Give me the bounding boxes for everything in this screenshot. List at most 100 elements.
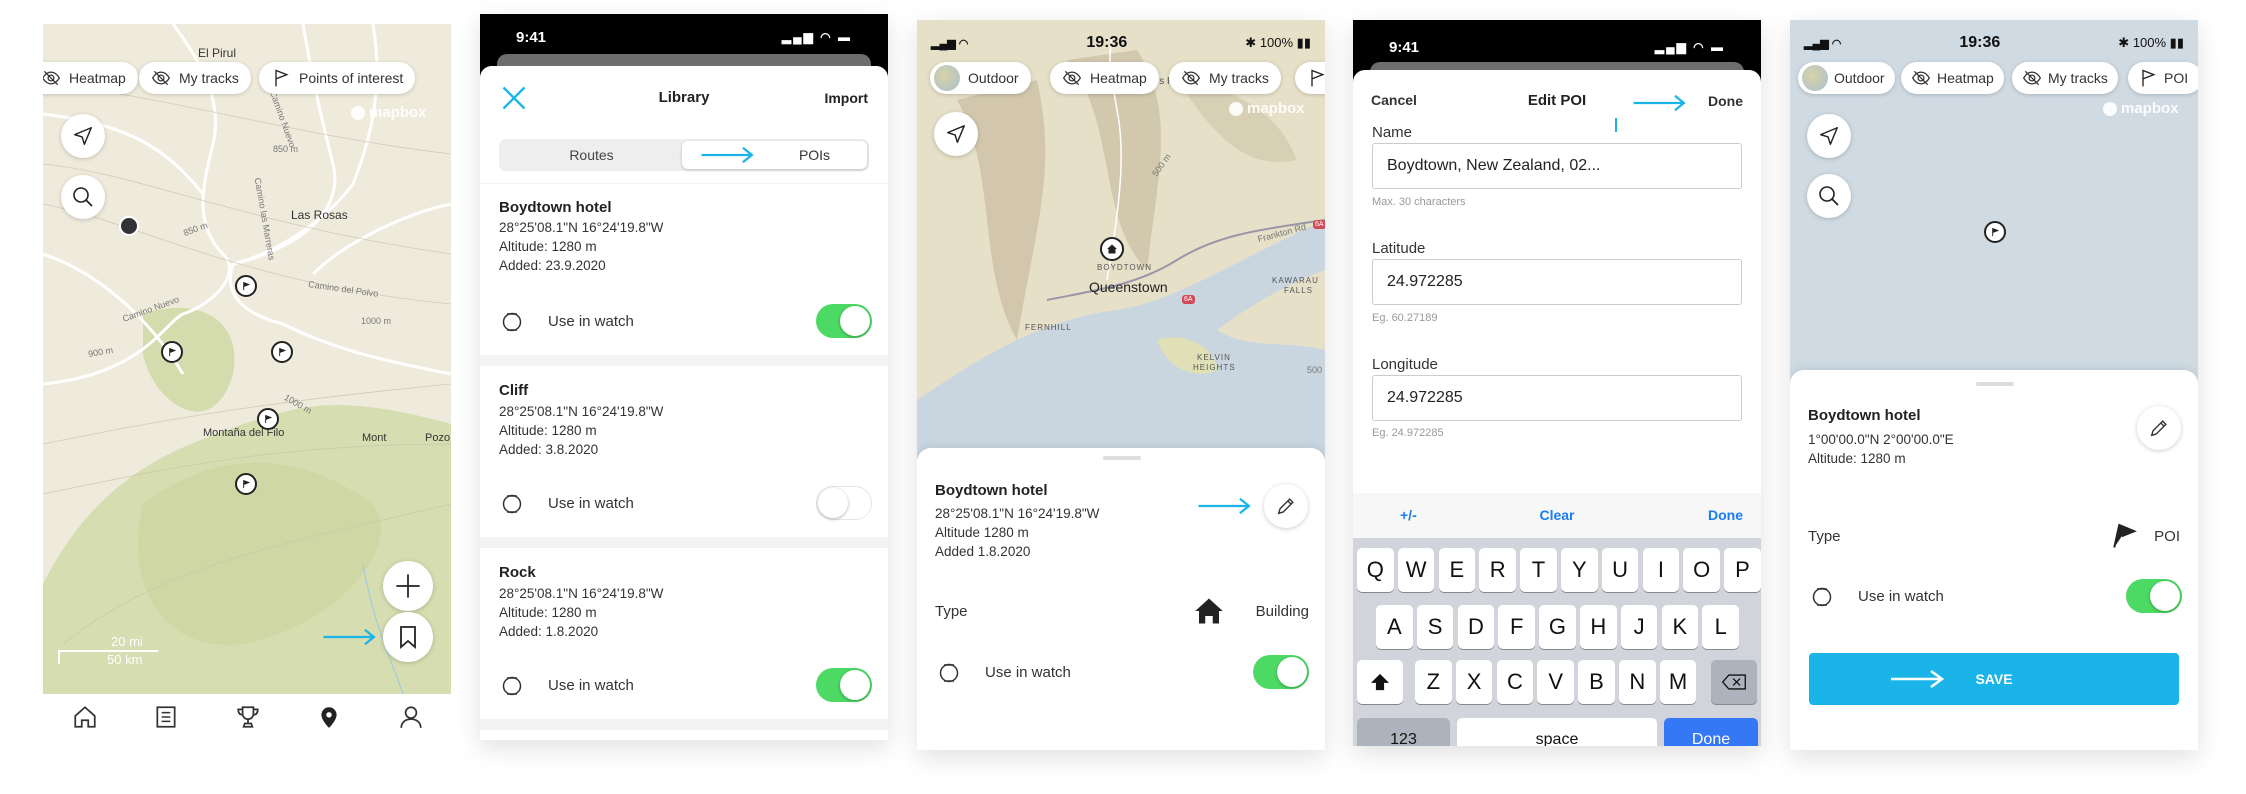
- key-s[interactable]: S: [1416, 605, 1454, 649]
- chip-heatmap[interactable]: Heatmap: [43, 62, 138, 94]
- key-o[interactable]: O: [1683, 548, 1720, 592]
- poi-list-item[interactable]: [480, 730, 888, 740]
- keyboard-done-key[interactable]: Done: [1664, 718, 1758, 746]
- chip-my-tracks[interactable]: My tracks: [1169, 62, 1281, 94]
- poi-list-item[interactable]: Rock 28°25'08.1"N 16°24'19.8"W Altitude:…: [480, 548, 888, 719]
- key-q[interactable]: Q: [1357, 548, 1394, 592]
- accessory-done-button[interactable]: Done: [1708, 507, 1743, 523]
- poi-marker[interactable]: [271, 341, 293, 363]
- poi-details: 28°25'08.1"N 16°24'19.8"W Altitude: 1280…: [499, 584, 663, 641]
- poi-marker[interactable]: [1984, 221, 2006, 243]
- import-button[interactable]: Import: [824, 90, 868, 106]
- nav-home[interactable]: [65, 697, 105, 737]
- chip-outdoor[interactable]: Outdoor: [930, 62, 1031, 94]
- poi-list-item[interactable]: Boydtown hotel 28°25'08.1"N 16°24'19.8"W…: [480, 184, 888, 355]
- nav-achievements[interactable]: [228, 697, 268, 737]
- chip-heatmap[interactable]: Heatmap: [1050, 62, 1159, 94]
- key-r[interactable]: R: [1479, 548, 1516, 592]
- key-u[interactable]: U: [1601, 548, 1639, 592]
- use-in-watch-toggle[interactable]: [1253, 655, 1309, 689]
- key-t[interactable]: T: [1520, 548, 1557, 592]
- edit-poi-button[interactable]: [1264, 484, 1308, 528]
- key-v[interactable]: V: [1537, 660, 1574, 704]
- chip-my-tracks[interactable]: My tracks: [139, 62, 251, 94]
- use-in-watch-toggle[interactable]: [2126, 579, 2182, 613]
- poi-marker[interactable]: [235, 275, 257, 297]
- shift-key[interactable]: [1357, 660, 1403, 704]
- key-d[interactable]: D: [1457, 605, 1495, 649]
- longitude-hint: Eg. 24.972285: [1372, 427, 1444, 439]
- map-marker-building[interactable]: [1100, 237, 1124, 261]
- key-h[interactable]: H: [1580, 605, 1617, 649]
- key-a[interactable]: A: [1376, 605, 1413, 649]
- locate-button[interactable]: [61, 114, 105, 158]
- chip-outdoor[interactable]: Outdoor: [1798, 62, 1895, 94]
- locate-button[interactable]: [934, 112, 978, 156]
- zoom-in-button[interactable]: [383, 561, 433, 611]
- chip-heatmap[interactable]: Heatmap: [1901, 62, 2004, 94]
- eye-off-icon: [43, 68, 61, 88]
- poi-altitude: Altitude: 1280 m: [499, 423, 597, 438]
- chip-my-tracks[interactable]: My tracks: [2012, 62, 2118, 94]
- use-in-watch-row: Use in watch: [1790, 577, 2198, 617]
- status-time: 19:36: [1086, 34, 1128, 51]
- key-c[interactable]: C: [1496, 660, 1534, 704]
- key-k[interactable]: K: [1661, 605, 1699, 649]
- segment-routes[interactable]: Routes: [499, 139, 684, 171]
- longitude-input[interactable]: 24.972285: [1372, 375, 1742, 421]
- nav-feed[interactable]: [146, 697, 186, 737]
- watch-icon: [500, 674, 524, 698]
- key-i[interactable]: I: [1642, 548, 1680, 592]
- key-j[interactable]: J: [1620, 605, 1658, 649]
- delete-key[interactable]: [1711, 660, 1757, 704]
- poi-altitude: Altitude: 1280 m: [1808, 451, 1906, 466]
- poi-marker[interactable]: [235, 473, 257, 495]
- key-g[interactable]: G: [1539, 605, 1576, 649]
- locate-button[interactable]: [1807, 114, 1851, 158]
- key-f[interactable]: F: [1498, 605, 1535, 649]
- space-key[interactable]: space: [1457, 718, 1657, 746]
- sheet-handle[interactable]: [1103, 456, 1141, 460]
- search-button[interactable]: [61, 175, 105, 219]
- key-l[interactable]: L: [1702, 605, 1739, 649]
- library-bookmark-button[interactable]: [383, 612, 433, 662]
- clear-button[interactable]: Clear: [1353, 507, 1761, 523]
- use-in-watch-row: Use in watch: [480, 484, 888, 524]
- poi-list-item[interactable]: Cliff 28°25'08.1"N 16°24'19.8"W Altitude…: [480, 366, 888, 537]
- latitude-input[interactable]: 24.972285: [1372, 259, 1742, 305]
- done-button[interactable]: Done: [1708, 93, 1743, 109]
- chip-points-of-interest[interactable]: POI: [2128, 62, 2198, 94]
- numbers-key[interactable]: 123: [1357, 718, 1450, 746]
- watch-icon: [937, 661, 961, 685]
- key-m[interactable]: M: [1659, 660, 1697, 704]
- key-b[interactable]: B: [1578, 660, 1615, 704]
- poi-marker[interactable]: [257, 408, 279, 430]
- key-y[interactable]: Y: [1561, 548, 1598, 592]
- map-canvas[interactable]: El Pirul Las Rosas Montaña del Filo Mont…: [43, 24, 451, 694]
- nav-profile[interactable]: [391, 697, 431, 737]
- chip-points-of-interest[interactable]: Points of interest: [259, 62, 416, 94]
- name-input[interactable]: Boydtown, New Zealand, 02...: [1372, 143, 1742, 189]
- contour-label: 850 m: [273, 144, 299, 154]
- key-e[interactable]: E: [1438, 548, 1476, 592]
- use-in-watch-toggle[interactable]: [816, 486, 872, 520]
- key-w[interactable]: W: [1397, 548, 1435, 592]
- use-in-watch-toggle[interactable]: [816, 668, 872, 702]
- key-z[interactable]: Z: [1415, 660, 1452, 704]
- key-p[interactable]: P: [1724, 548, 1761, 592]
- poi-marker[interactable]: [161, 341, 183, 363]
- use-in-watch-toggle[interactable]: [816, 304, 872, 338]
- poi-coords: 28°25'08.1"N 16°24'19.8"W: [499, 220, 664, 235]
- edit-poi-button[interactable]: [2137, 406, 2181, 450]
- scale-miles: 20 mi: [111, 634, 143, 649]
- key-n[interactable]: N: [1619, 660, 1656, 704]
- arrow-annotation-icon: [1198, 497, 1253, 515]
- save-button[interactable]: SAVE: [1809, 653, 2179, 705]
- name-hint: Max. 30 characters: [1372, 196, 1466, 208]
- sheet-handle[interactable]: [1976, 382, 2014, 386]
- search-button[interactable]: [1807, 174, 1851, 218]
- key-x[interactable]: X: [1455, 660, 1493, 704]
- nav-map[interactable]: [309, 697, 349, 737]
- house-icon: [1107, 244, 1117, 254]
- chip-points-of-interest[interactable]: [1295, 62, 1325, 94]
